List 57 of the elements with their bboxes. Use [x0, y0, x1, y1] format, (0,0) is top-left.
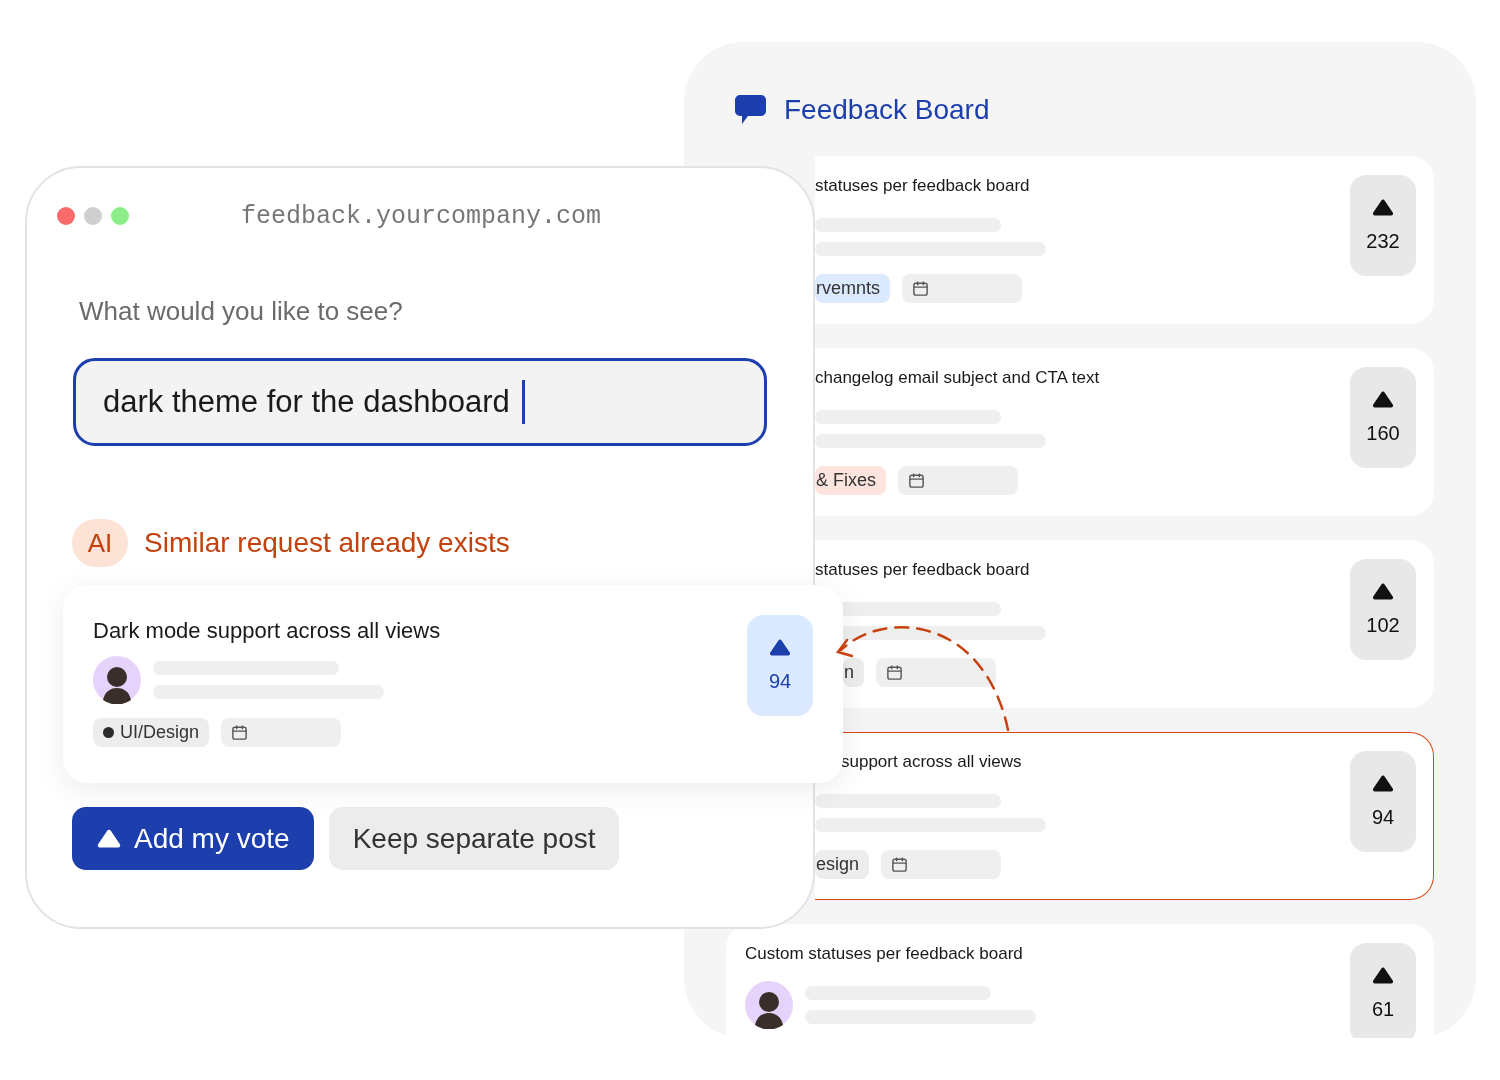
vote-button[interactable]: 94 [747, 615, 813, 716]
category-tag: UI/Design [93, 718, 210, 747]
vote-count: 94 [1371, 805, 1395, 829]
calendar-icon [912, 280, 929, 297]
post-card[interactable]: support across all views esign 94 [815, 732, 1434, 900]
vote-count: 94 [768, 669, 792, 693]
upvote-icon [1371, 774, 1395, 792]
upvote-icon [1371, 390, 1395, 408]
upvote-icon [768, 638, 792, 656]
post-card[interactable]: changelog email subject and CTA text & Fixes 160 [815, 348, 1434, 516]
post-title: statuses per feedback board [815, 560, 1031, 580]
category-tag: & Fixes [815, 466, 886, 495]
avatar [745, 981, 793, 1029]
close-dot-icon[interactable] [57, 207, 75, 225]
input-field[interactable]: dark theme for the dashboard [73, 358, 767, 446]
vote-button[interactable]: 61 [1350, 943, 1416, 1038]
keep-separate-button[interactable]: Keep separate post [328, 807, 620, 870]
vote-button[interactable]: 232 [1350, 175, 1416, 276]
post-card[interactable]: statuses per feedback board n 102 [815, 540, 1434, 708]
dot-icon [103, 727, 114, 738]
ai-badge: AI [72, 519, 128, 567]
prompt-label: What would you like to see? [79, 296, 404, 326]
post-card[interactable]: Custom statuses per feedback board 61 [726, 924, 1434, 1038]
calendar-icon [891, 856, 909, 873]
post-title: statuses per feedback board [815, 176, 1031, 196]
calendar-icon [231, 724, 249, 741]
board-title: Feedback Board [784, 94, 990, 126]
text-cursor [521, 380, 525, 424]
upvote-icon [1371, 966, 1395, 984]
matching-post-card[interactable]: Dark mode support across all views UI/Design 94 [63, 585, 843, 783]
vote-button[interactable]: 102 [1350, 559, 1416, 660]
vote-button[interactable]: 94 [1350, 751, 1416, 852]
add-vote-button[interactable]: Add my vote [72, 807, 314, 870]
post-title: Dark mode support across all views [93, 618, 442, 644]
calendar-icon [886, 664, 903, 681]
vote-count: 61 [1371, 997, 1395, 1021]
vote-count: 232 [1366, 229, 1400, 253]
up-triangle-icon [96, 829, 122, 848]
vote-count: 102 [1366, 613, 1400, 637]
vote-button[interactable]: 160 [1350, 367, 1416, 468]
post-title: changelog email subject and CTA text [815, 368, 1101, 388]
upvote-icon [1371, 198, 1395, 216]
category-tag: rvemnts [815, 274, 890, 303]
category-tag: esign [815, 850, 870, 879]
post-title: Custom statuses per feedback board [745, 944, 1024, 964]
upvote-icon [1371, 582, 1395, 600]
chat-bubble-icon [734, 94, 767, 126]
vote-count: 160 [1366, 421, 1400, 445]
post-card[interactable]: statuses per feedback board rvemnts 232 [815, 156, 1434, 324]
category-tag: n [843, 658, 864, 687]
post-title: support across all views [840, 752, 1023, 772]
avatar [93, 656, 141, 704]
similar-request-message: Similar request already exists [144, 527, 510, 559]
minimize-dot-icon[interactable] [84, 207, 102, 225]
maximize-dot-icon[interactable] [111, 207, 129, 225]
calendar-icon [908, 472, 925, 489]
url-text: feedback.yourcompany.com [241, 201, 602, 231]
